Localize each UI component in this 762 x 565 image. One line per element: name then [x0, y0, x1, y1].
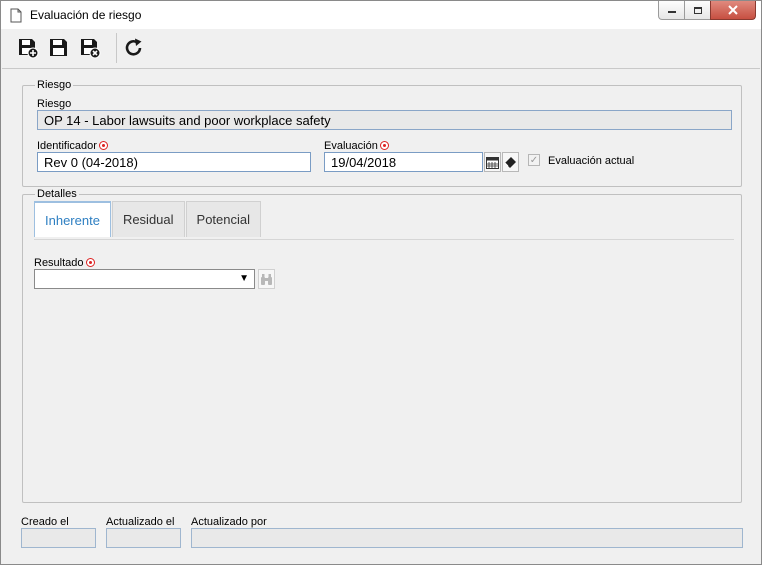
dropdown-arrow-icon: ▼ — [239, 273, 249, 284]
dialog-window: Evaluación de riesgo Riesgo Riesgo OP 14… — [0, 0, 762, 565]
window-title: Evaluación de riesgo — [30, 8, 142, 22]
detalles-legend: Detalles — [37, 188, 77, 200]
close-button[interactable] — [710, 1, 756, 20]
resultado-label-wrap: Resultado — [34, 257, 95, 269]
document-icon — [10, 8, 22, 23]
maximize-icon — [693, 6, 702, 14]
required-icon — [98, 141, 108, 150]
identificador-label: Identificador — [37, 140, 97, 152]
eraser-icon — [504, 156, 516, 168]
riesgo-label: Riesgo — [37, 98, 72, 110]
evaluacion-date-input[interactable]: 19/04/2018 — [324, 152, 483, 172]
minimize-icon — [667, 11, 676, 13]
save-icon — [50, 39, 67, 56]
detalles-tabs: Inherente Residual Potencial — [34, 201, 262, 237]
minimize-button[interactable] — [658, 1, 685, 20]
tab-divider — [34, 239, 734, 240]
binoculars-icon — [261, 273, 272, 285]
identificador-input[interactable]: Rev 0 (04-2018) — [37, 152, 311, 172]
window-controls — [658, 1, 756, 20]
refresh-icon — [125, 38, 142, 56]
resultado-select[interactable]: ▼ — [34, 269, 255, 289]
evaluacion-label-wrap: Evaluación — [324, 140, 389, 152]
resultado-label: Resultado — [34, 257, 84, 269]
riesgo-field: OP 14 - Labor lawsuits and poor workplac… — [37, 110, 732, 130]
maximize-button[interactable] — [684, 1, 711, 20]
save-new-icon — [19, 39, 39, 59]
identificador-label-wrap: Identificador — [37, 140, 108, 152]
evaluacion-actual-checkbox[interactable]: ✓ — [528, 154, 540, 166]
refresh-button[interactable] — [123, 37, 145, 59]
tab-potencial[interactable]: Potencial — [185, 201, 262, 237]
clear-date-button[interactable] — [502, 152, 519, 172]
save-new-button[interactable] — [17, 37, 39, 59]
save-button[interactable] — [48, 37, 70, 59]
creado-label: Creado el — [21, 516, 69, 528]
resultado-search-button[interactable] — [258, 269, 275, 289]
title-bar: Evaluación de riesgo — [1, 1, 761, 29]
actualizado-por-label: Actualizado por — [191, 516, 267, 528]
toolbar — [2, 29, 760, 69]
close-icon — [728, 5, 738, 15]
required-icon — [379, 141, 389, 150]
toolbar-separator — [116, 33, 117, 63]
calendar-button[interactable] — [484, 152, 501, 172]
calendar-icon — [486, 156, 499, 169]
evaluacion-label: Evaluación — [324, 140, 378, 152]
tab-residual[interactable]: Residual — [111, 201, 185, 237]
actualizado-label: Actualizado el — [106, 516, 175, 528]
required-icon — [85, 258, 95, 267]
actualizado-por-field — [191, 528, 743, 548]
creado-field — [21, 528, 96, 548]
actualizado-field — [106, 528, 181, 548]
save-close-icon — [81, 39, 101, 59]
tab-inherente[interactable]: Inherente — [34, 201, 111, 237]
evaluacion-actual-label: Evaluación actual — [548, 155, 635, 167]
save-close-button[interactable] — [79, 37, 101, 59]
riesgo-legend: Riesgo — [37, 79, 72, 91]
